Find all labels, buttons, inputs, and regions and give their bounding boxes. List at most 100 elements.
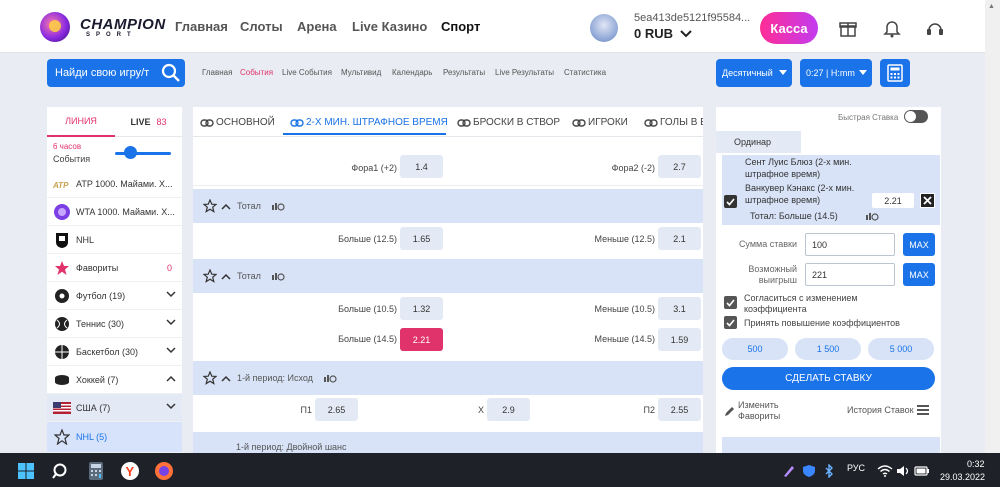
page-scrollbar[interactable] — [985, 0, 1000, 453]
crumb-events[interactable]: События — [240, 68, 273, 77]
odds-button[interactable]: 1.59 — [658, 328, 701, 351]
clock-date[interactable]: 29.03.2022 — [940, 472, 985, 482]
sidebar-item-tennis[interactable]: Теннис (30) — [47, 310, 182, 338]
nav-arena[interactable]: Арена — [297, 19, 337, 34]
accept-raise-checkbox[interactable] — [724, 316, 737, 329]
sidebar-item-usa[interactable]: США (7) — [47, 394, 182, 422]
sidebar-item-nhl[interactable]: NHL — [47, 226, 182, 254]
bluetooth-icon[interactable] — [820, 460, 838, 482]
market-group-header-period-result[interactable]: 1-й период: Исход — [193, 361, 703, 395]
crumb-multiview[interactable]: Мультивид — [341, 68, 381, 77]
tab-line[interactable]: ЛИНИЯ — [47, 107, 115, 137]
market-group-header-total[interactable]: Тотал — [193, 189, 703, 223]
calculator-app-icon[interactable] — [85, 460, 107, 482]
tab-label: ОСНОВНОЙ — [216, 117, 275, 128]
sidebar-item-favorites[interactable]: Фавориты 0 — [47, 254, 182, 282]
windows-security-icon[interactable] — [800, 460, 818, 482]
crumb-statistics[interactable]: Статистика — [564, 68, 606, 77]
place-bet-button[interactable]: СДЕЛАТЬ СТАВКУ — [722, 367, 935, 390]
tab-shots-on-goal[interactable]: БРОСКИ В СТВОР — [457, 117, 560, 128]
odds-button[interactable]: 3.1 — [658, 297, 701, 320]
tab-penalty-time[interactable]: 2-Х МИН. ШТРАФНОЕ ВРЕМЯ — [290, 117, 448, 128]
language-indicator[interactable]: РУС — [847, 463, 865, 473]
search-icon[interactable] — [50, 460, 72, 482]
volume-icon[interactable] — [895, 460, 913, 482]
star-outline-icon[interactable] — [203, 199, 217, 213]
tab-goals[interactable]: ГОЛЫ В Е — [644, 117, 703, 128]
quick-stake-500[interactable]: 500 — [722, 338, 788, 360]
stake-input[interactable]: 100 — [805, 233, 895, 256]
fast-bet-toggle[interactable] — [904, 110, 928, 123]
crumb-live-results[interactable]: Live Результаты — [495, 68, 554, 77]
time-format-select[interactable]: 0:27 | H:mm — [800, 59, 872, 87]
bet-history-link[interactable]: История Ставок — [847, 404, 929, 416]
odds-button[interactable]: 1.32 — [400, 297, 443, 320]
firefox-icon[interactable] — [153, 460, 175, 482]
game-search-input[interactable]: Найди свою игру/т — [47, 59, 185, 87]
pen-tray-icon[interactable] — [780, 460, 798, 482]
crumb-results[interactable]: Результаты — [443, 68, 485, 77]
chevron-up-icon[interactable] — [221, 273, 231, 280]
tab-main-markets[interactable]: ОСНОВНОЙ — [200, 117, 275, 128]
star-outline-icon[interactable] — [203, 371, 217, 385]
logo-text[interactable]: CHAMPION — [80, 16, 166, 33]
tab-single-bet[interactable]: Ординар — [716, 131, 801, 153]
nav-main[interactable]: Главная — [175, 19, 228, 34]
odds-button[interactable]: 2.9 — [487, 398, 530, 421]
possible-win-input[interactable]: 221 — [805, 263, 895, 286]
fast-bet-label: Быстрая Ставка — [838, 113, 899, 122]
balance-value: 0 RUB — [634, 26, 674, 41]
user-avatar[interactable] — [590, 14, 618, 42]
odds-button[interactable]: 2.7 — [658, 155, 701, 178]
sidebar-item-football[interactable]: Футбол (19) — [47, 282, 182, 310]
headset-icon[interactable] — [925, 18, 945, 38]
market-group-header-double-chance[interactable]: 1-й период: Двойной шанс — [193, 432, 703, 453]
champion-logo-icon[interactable] — [40, 12, 70, 42]
max-win-button[interactable]: MAX — [903, 263, 935, 286]
scroll-up-arrow-icon[interactable]: ▲ — [988, 3, 995, 10]
odds-button[interactable]: 2.55 — [658, 398, 701, 421]
live-count-badge: 83 — [156, 116, 167, 127]
sidebar-item-nhl-league[interactable]: NHL (5) — [47, 422, 182, 453]
kassa-button[interactable]: Касса — [760, 12, 818, 44]
bet-item-checkbox[interactable] — [724, 195, 737, 208]
quick-stake-5000[interactable]: 5 000 — [868, 338, 934, 360]
nav-live-casino[interactable]: Live Казино — [352, 19, 427, 34]
nav-sport[interactable]: Спорт — [441, 19, 480, 34]
odds-button[interactable]: 2.65 — [315, 398, 358, 421]
windows-start-icon[interactable] — [15, 460, 37, 482]
remove-bet-button[interactable] — [920, 193, 935, 208]
odds-button-selected[interactable]: 2.21 — [400, 328, 443, 351]
odds-button[interactable]: 1.4 — [400, 155, 443, 178]
crumb-calendar[interactable]: Календарь — [392, 68, 432, 77]
max-stake-button[interactable]: MAX — [903, 233, 935, 256]
odds-button[interactable]: 1.65 — [400, 227, 443, 250]
sidebar-item-atp[interactable]: ATP ATP 1000. Майами. Х... — [47, 170, 182, 198]
tab-players[interactable]: ИГРОКИ — [572, 117, 628, 128]
chevron-up-icon[interactable] — [221, 375, 231, 382]
edit-favorites-link[interactable]: Изменить Фавориты — [724, 400, 793, 422]
wifi-icon[interactable] — [876, 460, 894, 482]
sidebar-item-wta[interactable]: WTA 1000. Майами. Х... — [47, 198, 182, 226]
tab-live[interactable]: LIVE 83 — [115, 107, 182, 137]
crumb-live-events[interactable]: Live События — [282, 68, 332, 77]
nav-slots[interactable]: Слоты — [240, 19, 283, 34]
star-outline-icon[interactable] — [203, 269, 217, 283]
odds-format-select[interactable]: Десятичный — [716, 59, 792, 87]
calculator-button[interactable] — [880, 59, 910, 87]
balance-dropdown[interactable]: 0 RUB — [634, 26, 693, 41]
yandex-browser-icon[interactable]: Y — [119, 460, 141, 482]
battery-icon[interactable] — [913, 460, 931, 482]
market-group-header-total[interactable]: Тотал — [193, 259, 703, 293]
gift-icon[interactable] — [838, 18, 858, 38]
crumb-main[interactable]: Главная — [202, 68, 232, 77]
odds-button[interactable]: 2.1 — [658, 227, 701, 250]
bell-icon[interactable] — [882, 18, 902, 38]
agree-change-checkbox[interactable] — [724, 296, 737, 309]
clock-time[interactable]: 0:32 — [967, 459, 985, 469]
sidebar-item-basketball[interactable]: Баскетбол (30) — [47, 338, 182, 366]
sidebar-item-hockey[interactable]: Хоккей (7) — [47, 366, 182, 394]
quick-stake-1500[interactable]: 1 500 — [795, 338, 861, 360]
chevron-up-icon[interactable] — [221, 203, 231, 210]
time-slider-handle[interactable] — [124, 146, 137, 159]
